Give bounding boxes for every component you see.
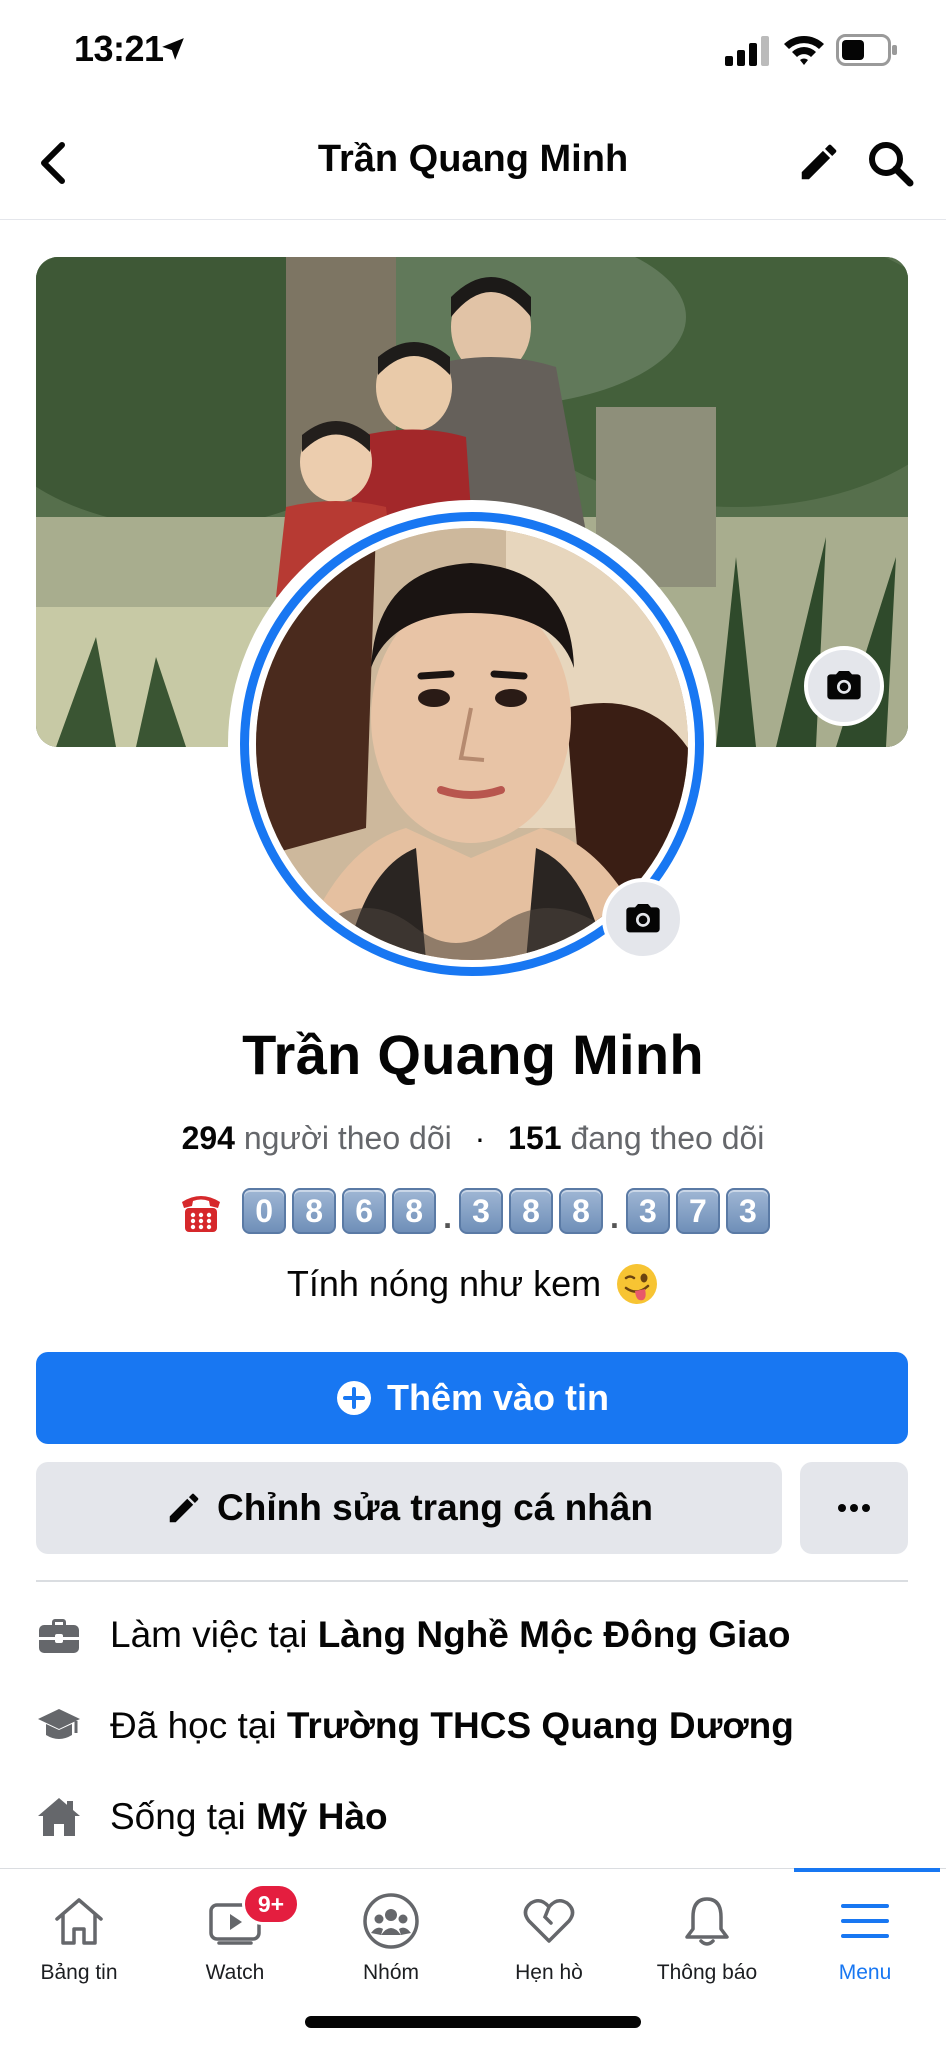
following-label[interactable]: đang theo dõi bbox=[570, 1120, 764, 1156]
tab-label: Hẹn hò bbox=[515, 1961, 583, 1984]
phone-digit: 8 bbox=[509, 1188, 553, 1234]
tab-menu[interactable]: Menu bbox=[786, 1891, 944, 2001]
followers-label[interactable]: người theo dõi bbox=[244, 1120, 452, 1156]
search-icon[interactable] bbox=[866, 139, 914, 187]
watch-notification-badge: 9+ bbox=[242, 1883, 300, 1925]
menu-icon bbox=[841, 1904, 889, 1938]
cover-camera-button[interactable] bbox=[804, 646, 884, 726]
tab-news-feed[interactable]: Bảng tin bbox=[0, 1891, 158, 2001]
edit-profile-label: Chỉnh sửa trang cá nhân bbox=[217, 1487, 653, 1528]
tab-label: Bảng tin bbox=[40, 1961, 118, 1984]
briefcase-icon bbox=[39, 1619, 79, 1653]
active-tab-indicator bbox=[794, 1868, 940, 1872]
phone-digit: 0 bbox=[242, 1188, 287, 1234]
detail-education[interactable]: Đã học tại Trường THCS Quang Dương bbox=[36, 1696, 794, 1756]
tab-label: Nhóm bbox=[362, 1961, 420, 1984]
home-icon bbox=[38, 1798, 80, 1836]
tab-groups[interactable]: Nhóm bbox=[312, 1891, 470, 2001]
more-options-button[interactable] bbox=[800, 1462, 908, 1554]
edit-profile-button[interactable]: Chỉnh sửa trang cá nhân bbox=[36, 1462, 782, 1554]
detail-location-text: Sống tại Mỹ Hào bbox=[110, 1796, 388, 1837]
phone-digit: 8 bbox=[292, 1188, 337, 1234]
tab-label: Thông báo bbox=[656, 1961, 758, 1984]
bell-icon bbox=[685, 1897, 729, 1946]
detail-location[interactable]: Sống tại Mỹ Hào bbox=[36, 1787, 388, 1847]
tab-watch[interactable]: 9+ Watch bbox=[156, 1883, 314, 2001]
separator-dot: · bbox=[474, 1120, 486, 1156]
follow-stats: 294 người theo dõi · 151 đang theo dõi bbox=[0, 1120, 946, 1157]
cellular-signal-icon bbox=[725, 36, 769, 66]
phone-digit: 8 bbox=[392, 1188, 437, 1234]
bio: Tính nóng như kem bbox=[0, 1262, 946, 1306]
status-time: 13:21 bbox=[74, 28, 164, 69]
profile-header: Trần Quang Minh bbox=[0, 105, 946, 220]
location-arrow-icon bbox=[162, 38, 184, 60]
detail-education-text: Đã học tại Trường THCS Quang Dương bbox=[110, 1705, 794, 1746]
camera-icon bbox=[626, 904, 660, 933]
tab-notifications[interactable]: Thông báo bbox=[628, 1891, 786, 2001]
camera-icon bbox=[827, 671, 861, 700]
phone-digit: 3 bbox=[625, 1188, 670, 1234]
add-to-story-button[interactable]: Thêm vào tin bbox=[36, 1352, 908, 1444]
phone-separator: . bbox=[610, 1199, 619, 1235]
home-icon bbox=[55, 1898, 103, 1945]
wifi-icon bbox=[784, 36, 824, 65]
dating-heart-icon bbox=[523, 1899, 575, 1943]
winking-tongue-emoji-icon bbox=[617, 1264, 658, 1304]
edit-pencil-icon[interactable] bbox=[796, 139, 842, 185]
bio-text: Tính nóng như kem bbox=[286, 1263, 602, 1304]
home-indicator bbox=[305, 2016, 641, 2028]
phone-digit: 3 bbox=[725, 1188, 770, 1234]
status-bar: 13:21 bbox=[0, 0, 946, 105]
profile-name: Trần Quang Minh bbox=[242, 1023, 704, 1086]
phone-digit: 8 bbox=[559, 1188, 603, 1234]
telephone-icon bbox=[182, 1196, 221, 1232]
tab-label: Menu bbox=[838, 1961, 892, 1984]
groups-icon bbox=[363, 1893, 419, 1949]
bio-phone-line: 0868.388.373 bbox=[0, 1186, 946, 1236]
pencil-icon bbox=[169, 1493, 199, 1523]
tab-dating[interactable]: Hẹn hò bbox=[470, 1891, 628, 2001]
phone-digit: 7 bbox=[675, 1188, 720, 1234]
add-to-story-label: Thêm vào tin bbox=[386, 1377, 610, 1418]
battery-icon bbox=[836, 34, 897, 66]
following-count[interactable]: 151 bbox=[508, 1120, 561, 1156]
detail-work[interactable]: Làm việc tại Làng Nghề Mộc Đông Giao bbox=[36, 1605, 790, 1665]
phone-separator: . bbox=[443, 1199, 452, 1235]
graduation-cap-icon bbox=[38, 1709, 80, 1739]
avatar-camera-button[interactable] bbox=[602, 878, 684, 960]
followers-count[interactable]: 294 bbox=[182, 1120, 235, 1156]
plus-circle-icon bbox=[336, 1381, 371, 1415]
more-dots-icon bbox=[838, 1504, 870, 1512]
detail-work-text: Làm việc tại Làng Nghề Mộc Đông Giao bbox=[110, 1614, 791, 1655]
phone-digit: 3 bbox=[459, 1188, 503, 1234]
divider bbox=[36, 1580, 908, 1582]
tab-label: Watch bbox=[205, 1961, 265, 1984]
phone-digit: 6 bbox=[342, 1188, 387, 1234]
